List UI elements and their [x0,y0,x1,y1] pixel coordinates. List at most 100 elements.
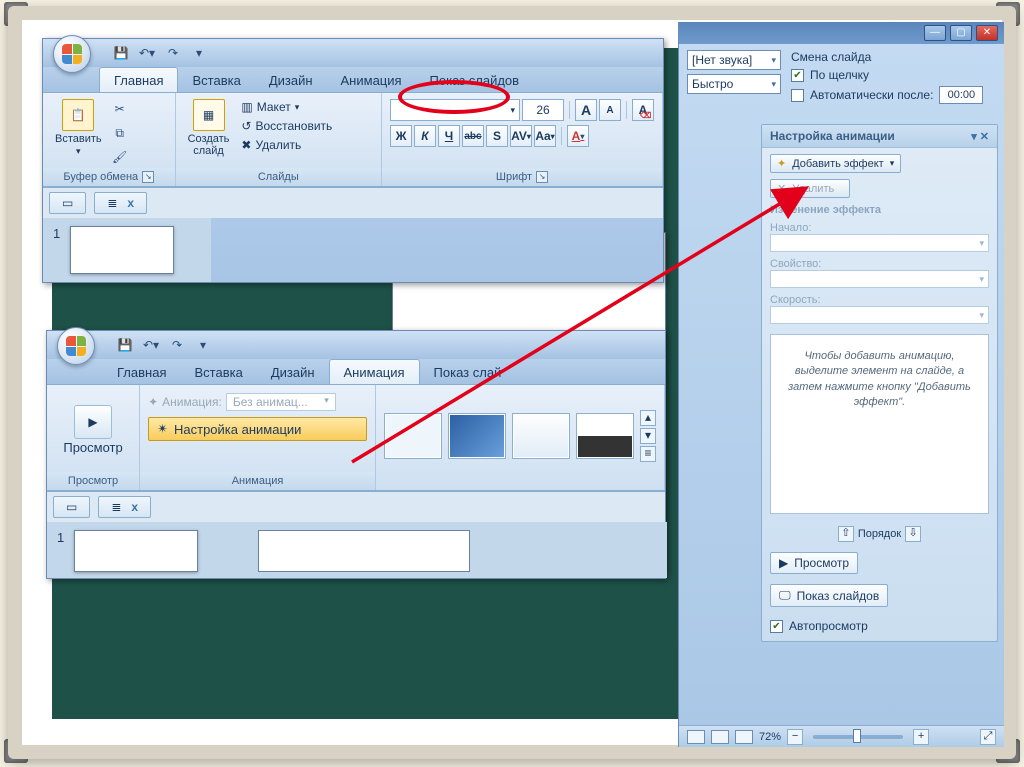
office-button[interactable] [53,35,91,73]
transition-speed-select[interactable]: Быстро▾ [687,74,781,94]
undo-icon[interactable]: ↶▾ [137,43,157,63]
thumbnails-tab[interactable]: ▭ [49,192,86,214]
delete-slide-button[interactable]: ✖Удалить [237,137,336,153]
clear-format-button[interactable]: A⌫ [632,99,654,121]
tab-design-2[interactable]: Дизайн [257,360,329,384]
preview-button[interactable]: ▶ Просмотр [55,389,131,472]
zoom-slider[interactable] [813,735,903,739]
autoplay-checkbox[interactable]: ✔Автопросмотр [770,619,989,633]
transition-title: Смена слайда [791,50,983,64]
slide-thumbnail-1b[interactable] [74,530,198,572]
start-select[interactable]: ▾ [770,234,989,252]
right-task-column: — ▢ ✕ [Нет звука]▾ Быстро▾ Смена слайда … [678,22,1004,747]
redo-icon[interactable]: ↷ [163,43,183,63]
clipboard-launcher[interactable]: ↘ [142,171,154,183]
pane-close-2[interactable]: x [131,500,138,514]
transition-sound-select[interactable]: [Нет звука]▾ [687,50,781,70]
undo-icon-2[interactable]: ↶▾ [141,335,161,355]
copy-icon[interactable]: ⧉ [110,123,130,143]
shadow-button[interactable]: S [486,125,508,147]
zoom-in-button[interactable]: + [913,729,929,745]
outline-tab-2[interactable]: ≣x [98,496,151,518]
save-icon-2[interactable]: 💾 [115,335,135,355]
transition-fade[interactable] [448,413,506,459]
office-button-2[interactable] [57,327,95,365]
redo-icon-2[interactable]: ↷ [167,335,187,355]
anim-pane-title: Настройка анимации [770,129,895,143]
slideshow-button[interactable]: 🖵 Показ слайдов [770,584,888,607]
tab-insert-2[interactable]: Вставка [180,360,256,384]
order-label: Порядок [858,528,901,540]
slides-outline-tabs-2: ▭ ≣x [47,491,665,522]
auto-after-checkbox[interactable]: Автоматически после: 00:00 [791,86,983,104]
tab-slideshow-2[interactable]: Показ слай [420,360,516,384]
preview-group-label: Просмотр [68,473,118,489]
zoom-label: 72% [759,731,781,743]
gallery-down[interactable]: ▾ [640,428,656,444]
zoom-out-button[interactable]: − [787,729,803,745]
custom-animation-pane: Настройка анимации▾ ✕ ✦Добавить эффект▾ … [761,124,998,642]
pane-close[interactable]: x [127,196,134,210]
layout-icon: ▥ [241,100,252,114]
ribbon-tabs-2: Главная Вставка Дизайн Анимация Показ сл… [47,359,665,385]
transition-dissolve[interactable] [576,413,634,459]
minimize-button[interactable]: — [924,25,946,41]
sorter-view-button[interactable] [711,730,729,744]
transition-none[interactable] [384,413,442,459]
underline-button[interactable]: Ч [438,125,460,147]
maximize-button[interactable]: ▢ [950,25,972,41]
font-launcher[interactable]: ↘ [536,171,548,183]
layout-button[interactable]: ▥Макет▾ [237,99,336,115]
normal-view-button[interactable] [687,730,705,744]
font-family-select[interactable]: ▾ [390,99,520,121]
qat-more-icon-2[interactable]: ▾ [193,335,213,355]
reset-button[interactable]: ↺Восстановить [237,118,336,134]
font-color-button[interactable]: A▾ [567,125,589,147]
transition-cut[interactable] [512,413,570,459]
kerning-button[interactable]: AV▾ [510,125,532,147]
anim-star-icon: ✦ [148,395,158,409]
strike-button[interactable]: abc [462,125,484,147]
start-label: Начало: [770,222,989,234]
font-size-select[interactable]: 26 [522,99,564,121]
tab-slideshow[interactable]: Показ слайдов [416,68,534,92]
bold-button[interactable]: Ж [390,125,412,147]
add-effect-button[interactable]: ✦Добавить эффект▾ [770,154,901,173]
outline-tab[interactable]: ≣x [94,192,147,214]
tab-design[interactable]: Дизайн [255,68,327,92]
slide-thumbnail-2-wide[interactable] [258,530,470,572]
animation-scheme-select[interactable]: ✦ Анимация: Без анимац...▾ [148,393,367,411]
tab-animation[interactable]: Анимация [327,68,416,92]
speed-label: Скорость: [770,294,989,306]
slideshow-view-button[interactable] [735,730,753,744]
tab-insert[interactable]: Вставка [178,68,254,92]
paste-button[interactable]: 📋 Вставить▾ [51,97,106,159]
slides-outline-tabs: ▭ ≣x [43,187,663,218]
custom-animation-button[interactable]: ✴ Настройка анимации [148,417,367,441]
format-painter-icon[interactable]: 🖌 [110,147,130,167]
property-select[interactable]: ▾ [770,270,989,288]
shrink-font-button[interactable]: A [599,99,621,121]
close-button[interactable]: ✕ [976,25,998,41]
preview-anim-button[interactable]: ▶ Просмотр [770,552,858,574]
tab-home[interactable]: Главная [99,67,178,92]
save-icon[interactable]: 💾 [111,43,131,63]
remove-effect-button[interactable]: ✕Удалить [770,179,850,198]
order-down-button[interactable]: ⇩ [905,526,921,542]
qat-more-icon[interactable]: ▾ [189,43,209,63]
tab-home-2[interactable]: Главная [103,360,180,384]
order-up-button[interactable]: ⇧ [838,526,854,542]
tab-animation-2[interactable]: Анимация [329,359,420,384]
change-case-button[interactable]: Aa▾ [534,125,556,147]
slide-thumbnail-1[interactable] [70,226,174,274]
thumbnails-tab-2[interactable]: ▭ [53,496,90,518]
cut-icon[interactable]: ✂ [110,99,130,119]
gallery-up[interactable]: ▴ [640,410,656,426]
on-click-checkbox[interactable]: ✔По щелчку [791,68,983,82]
speed-select[interactable]: ▾ [770,306,989,324]
new-slide-button[interactable]: ▦ Создать слайд [184,97,234,159]
fit-button[interactable]: ⤢ [980,729,996,745]
italic-button[interactable]: К [414,125,436,147]
gallery-more[interactable]: ≡ [640,446,656,462]
grow-font-button[interactable]: A [575,99,597,121]
